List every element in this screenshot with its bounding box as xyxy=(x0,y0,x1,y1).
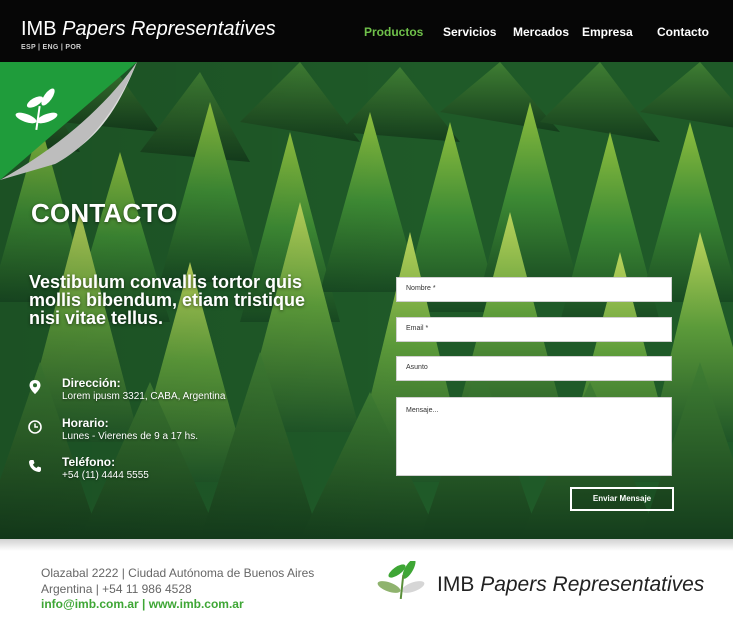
email-field[interactable]: Email * xyxy=(396,317,672,342)
hours-label: Horario: xyxy=(62,416,109,430)
brand-imb: IMB xyxy=(21,18,57,40)
nombre-placeholder: Nombre * xyxy=(406,285,436,292)
nav-empresa[interactable]: Empresa xyxy=(582,25,633,39)
asunto-placeholder: Asunto xyxy=(406,364,428,371)
nav-contacto[interactable]: Contacto xyxy=(657,25,709,39)
lead-text: Vestibulum convallis tortor quis mollis … xyxy=(29,272,306,328)
header-logo[interactable]: IMB Papers Representatives xyxy=(21,18,276,40)
language-switcher[interactable]: ESP | ENG | POR xyxy=(21,44,81,51)
phone-icon xyxy=(29,460,41,472)
address-value: Lorem ipusm 3321, CABA, Argentina xyxy=(62,391,226,402)
footer-brand[interactable]: IMB Papers Representatives xyxy=(437,573,704,597)
footer-address: Olazabal 2222 | Ciudad Autónoma de Bueno… xyxy=(41,566,315,580)
corner-leaf-logo xyxy=(0,62,137,180)
nombre-field[interactable]: Nombre * xyxy=(396,277,672,302)
mensaje-placeholder: Mensaje... xyxy=(406,407,439,414)
footer-brand-imb: IMB xyxy=(437,573,475,596)
footer-phone: Argentina | +54 11 986 4528 xyxy=(41,582,192,596)
footer-contact-links[interactable]: info@imb.com.ar | www.imb.com.ar xyxy=(41,597,244,611)
footer-shadow xyxy=(0,539,733,551)
send-message-button[interactable]: Enviar Mensaje xyxy=(570,487,674,511)
address-label: Dirección: xyxy=(62,376,121,390)
contact-hero: CONTACTO Vestibulum convallis tortor qui… xyxy=(0,62,733,539)
asunto-field[interactable]: Asunto xyxy=(396,356,672,381)
nav-servicios[interactable]: Servicios xyxy=(443,25,496,39)
hours-value: Lunes - Vierenes de 9 a 17 hs. xyxy=(62,431,199,442)
location-pin-icon xyxy=(29,380,41,394)
footer-brand-name: Papers Representatives xyxy=(480,573,705,596)
phone-value: +54 (11) 4444 5555 xyxy=(62,470,149,481)
page-title: CONTACTO xyxy=(31,198,178,228)
brand-name: Papers Representatives xyxy=(62,18,276,40)
email-placeholder: Email * xyxy=(406,325,429,332)
site-header: IMB Papers Representatives ESP | ENG | P… xyxy=(0,0,733,62)
mensaje-textarea[interactable]: Mensaje... xyxy=(396,397,672,476)
nav-mercados[interactable]: Mercados xyxy=(513,25,569,39)
phone-label: Teléfono: xyxy=(62,455,116,469)
nav-productos[interactable]: Productos xyxy=(364,25,423,39)
clock-icon xyxy=(28,420,42,434)
footer-leaf-icon xyxy=(377,561,425,600)
